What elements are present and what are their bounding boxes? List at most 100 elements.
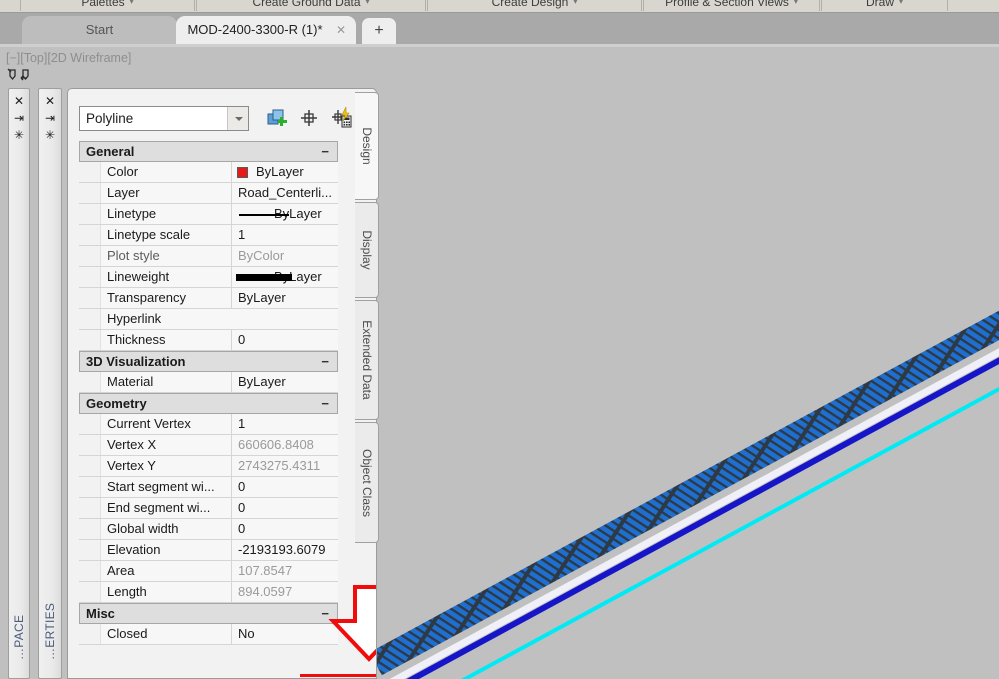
palette-tab-label: Object Class [359, 448, 374, 517]
property-category-3d-visualization[interactable]: 3D Visualization − [79, 351, 338, 372]
property-row[interactable]: Hyperlink [79, 309, 338, 330]
property-name: Thickness [107, 332, 166, 347]
selection-toolbar: Polyline [79, 106, 369, 133]
chevron-down-icon[interactable] [227, 107, 248, 130]
annotation-down-arrow-icon [323, 585, 376, 668]
property-category-general[interactable]: General − [79, 141, 338, 162]
chevron-down-icon[interactable]: ▾ [130, 0, 134, 6]
property-value[interactable]: 0 [231, 519, 338, 539]
property-category-label: 3D Visualization [86, 354, 186, 369]
property-value[interactable]: -2193193.6079 [231, 540, 338, 560]
close-icon[interactable]: ✕ [336, 16, 346, 44]
select-objects-icon[interactable] [297, 106, 323, 131]
file-tab-label: Start [85, 22, 114, 37]
property-row[interactable]: Plot style ByColor [79, 246, 338, 267]
property-value[interactable]: 894.0597 [231, 582, 338, 602]
object-type-dropdown[interactable]: Polyline [79, 106, 249, 131]
property-value[interactable]: 0 [231, 477, 338, 497]
chevron-down-icon[interactable]: ▾ [899, 0, 903, 6]
palette-properties-icon[interactable]: ✳ [9, 127, 29, 144]
ribbon-panel-create-ground-data[interactable]: Create Ground Data ▾ [196, 0, 426, 11]
ribbon-panel-profile-section-views[interactable]: Profile & Section Views ▾ [643, 0, 820, 11]
ribbon-panel-label: Create Design [491, 0, 569, 9]
property-name: End segment wi... [107, 500, 211, 515]
property-row[interactable]: End segment wi... 0 [79, 498, 338, 519]
property-row[interactable]: Color ByLayer [79, 162, 338, 183]
property-value[interactable]: 660606.8408 [231, 435, 338, 455]
quick-select-icon[interactable] [265, 106, 291, 131]
close-icon[interactable]: ✕ [39, 93, 61, 110]
ribbon-panel-palettes[interactable]: Palettes ▾ [20, 0, 195, 11]
palette-tab-object-class[interactable]: Object Class [355, 422, 379, 543]
properties-palette: Polyline General − Color ByLayer Layer R… [67, 88, 377, 679]
property-row[interactable]: Lineweight ByLayer [79, 267, 338, 288]
chevron-down-icon[interactable]: ▾ [573, 0, 577, 6]
auto-hide-icon[interactable]: ⇥ [39, 110, 61, 127]
property-value[interactable]: 2743275.4311 [231, 456, 338, 476]
property-value[interactable]: No [231, 624, 338, 644]
palette-vertical-tabs: Design Display Extended Data Object Class [355, 92, 379, 545]
property-category-label: General [86, 144, 135, 159]
property-row[interactable]: Closed No [79, 624, 338, 645]
property-row[interactable]: Vertex Y 2743275.4311 [79, 456, 338, 477]
file-tab-active[interactable]: MOD-2400-3300-R (1)* ✕ [176, 16, 356, 44]
chevron-down-icon[interactable]: ▾ [794, 0, 798, 6]
property-row[interactable]: Transparency ByLayer [79, 288, 338, 309]
collapse-icon[interactable]: − [321, 352, 329, 372]
property-grid: General − Color ByLayer Layer Road_Centerli..… [79, 141, 338, 645]
property-row[interactable]: Vertex X 660606.8408 [79, 435, 338, 456]
property-value[interactable]: 1 [231, 225, 338, 245]
ribbon-panel-label: Draw [865, 0, 894, 9]
docked-palette-title: …PACE [12, 614, 26, 660]
quick-calculator-icon[interactable] [329, 106, 355, 131]
property-value[interactable]: Road_Centerli... [231, 183, 338, 203]
property-value[interactable]: 1 [231, 414, 338, 434]
new-tab-button[interactable]: + [362, 18, 396, 44]
property-row[interactable]: Global width 0 [79, 519, 338, 540]
property-name: Transparency [107, 290, 186, 305]
palette-properties-icon[interactable]: ✳ [39, 127, 61, 144]
ribbon-panel-draw[interactable]: Draw ▾ [821, 0, 948, 11]
ribbon-panel-strip: Palettes ▾ Create Ground Data ▾ Create Desig… [0, 0, 999, 13]
property-row[interactable]: Material ByLayer [79, 372, 338, 393]
property-row[interactable]: Linetype ByLayer [79, 204, 338, 225]
property-value[interactable]: ByLayer [231, 372, 338, 392]
collapse-icon[interactable]: − [321, 142, 329, 162]
ribbon-panel-create-design[interactable]: Create Design ▾ [427, 0, 642, 11]
palette-tab-extended-data[interactable]: Extended Data [355, 300, 379, 420]
chevron-down-icon[interactable]: ▾ [366, 0, 370, 6]
property-row[interactable]: Elevation -2193193.6079 [79, 540, 338, 561]
property-row[interactable]: Area 107.8547 [79, 561, 338, 582]
property-row[interactable]: Current Vertex 1 [79, 414, 338, 435]
palette-tab-label: Display [359, 230, 374, 270]
property-name: Start segment wi... [107, 479, 215, 494]
collapse-icon[interactable]: − [321, 394, 329, 414]
palette-tab-display[interactable]: Display [355, 202, 379, 298]
property-value[interactable]: ByLayer [231, 288, 338, 308]
file-tab-start[interactable]: Start [22, 16, 177, 44]
ribbon-panel-label: Palettes [81, 0, 125, 9]
property-name: Hyperlink [107, 311, 162, 326]
property-row[interactable]: Thickness 0 [79, 330, 338, 351]
property-name: Color [107, 164, 139, 179]
property-value[interactable]: ByColor [231, 246, 338, 266]
viewport-label[interactable]: [−][Top][2D Wireframe] [6, 51, 131, 65]
property-value[interactable]: 0 [231, 498, 338, 518]
property-name: Plot style [107, 248, 160, 263]
property-category-geometry[interactable]: Geometry − [79, 393, 338, 414]
property-row[interactable]: Start segment wi... 0 [79, 477, 338, 498]
property-row[interactable]: Length 894.0597 [79, 582, 338, 603]
close-icon[interactable]: ✕ [9, 93, 29, 110]
property-value[interactable]: 0 [231, 330, 338, 350]
property-name: Length [107, 584, 147, 599]
docked-palette-edge-toolspace[interactable]: ✕ ⇥ ✳ …PACE [8, 88, 30, 679]
property-row[interactable]: Layer Road_Centerli... [79, 183, 338, 204]
property-name: Current Vertex [107, 416, 191, 431]
property-value[interactable]: 107.8547 [231, 561, 338, 581]
auto-hide-icon[interactable]: ⇥ [9, 110, 29, 127]
property-category-misc[interactable]: Misc − [79, 603, 338, 624]
property-row[interactable]: Linetype scale 1 [79, 225, 338, 246]
ucs-wcs-icon [6, 67, 36, 89]
palette-tab-design[interactable]: Design [355, 92, 379, 200]
docked-palette-edge-properties[interactable]: ✕ ⇥ ✳ …ERTIES [38, 88, 62, 679]
